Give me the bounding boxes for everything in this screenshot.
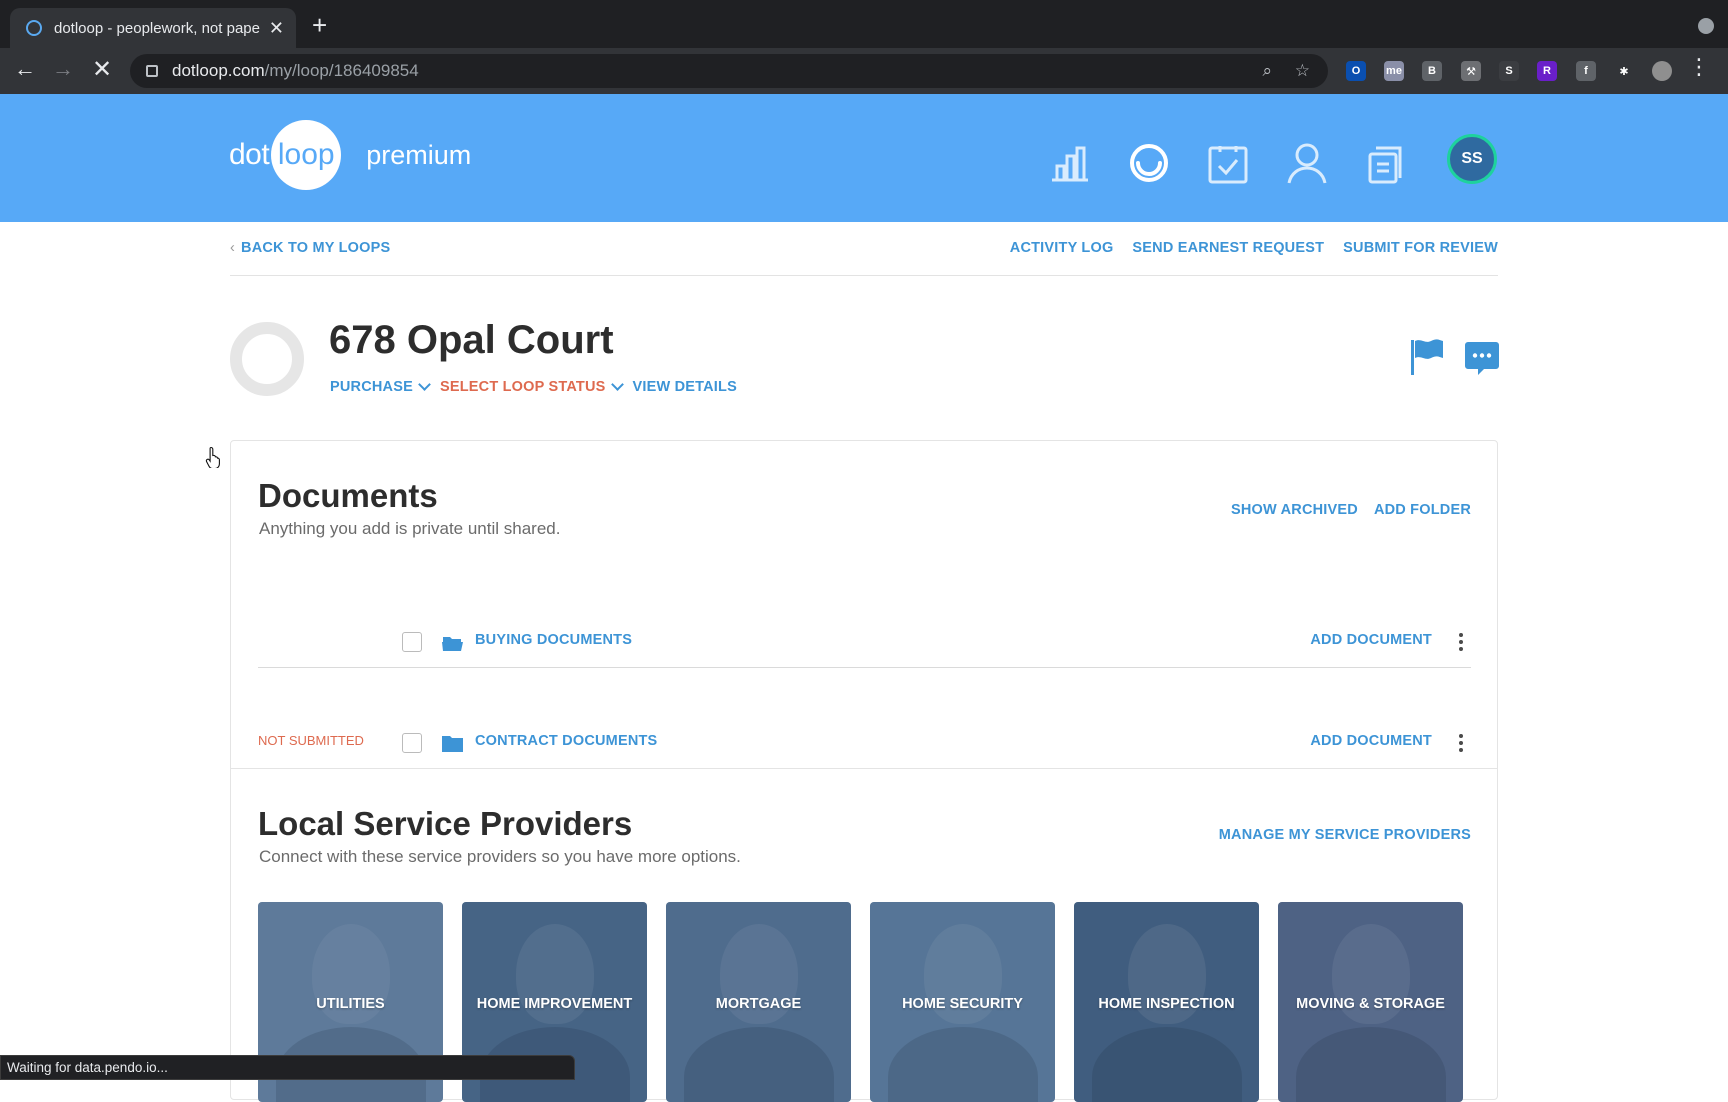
dotloop-favicon-icon xyxy=(26,20,42,36)
templates-documents-icon[interactable] xyxy=(1366,142,1408,184)
browser-status-bubble: Waiting for data.pendo.io... xyxy=(0,1055,575,1080)
new-tab-icon[interactable]: + xyxy=(312,12,327,38)
provider-tile[interactable]: MOVING & STORAGE xyxy=(1278,902,1463,1102)
folder-checkbox[interactable] xyxy=(402,733,422,753)
provider-tile[interactable]: HOME SECURITY xyxy=(870,902,1055,1102)
url-path: /my/loop/186409854 xyxy=(264,61,419,80)
provider-label: HOME IMPROVEMENT xyxy=(476,996,633,1012)
view-details-link[interactable]: VIEW DETAILS xyxy=(633,379,737,395)
browser-tab[interactable]: dotloop - peoplework, not paperwork ✕ xyxy=(10,8,296,48)
folder-submission-status: NOT SUBMITTED xyxy=(258,733,364,748)
folder-row[interactable]: BUYING DOCUMENTS ADD DOCUMENT xyxy=(258,568,1471,668)
provider-label: MOVING & STORAGE xyxy=(1296,996,1445,1012)
tab-title: dotloop - peoplework, not paperwork xyxy=(54,19,261,37)
profile-avatar-icon[interactable] xyxy=(1652,61,1672,81)
provider-tile[interactable]: MORTGAGE xyxy=(666,902,851,1102)
loop-progress-ring xyxy=(230,322,304,396)
chat-bubble-icon[interactable] xyxy=(1464,340,1500,376)
loops-icon[interactable] xyxy=(1128,142,1170,184)
bookmark-star-icon[interactable]: ☆ xyxy=(1295,62,1310,79)
s-extension-icon[interactable]: S xyxy=(1499,61,1519,81)
back-to-my-loops-link[interactable]: ‹ BACK TO MY LOOPS xyxy=(230,240,390,256)
stop-loading-icon[interactable]: ✕ xyxy=(92,58,112,82)
facebook-extension-icon[interactable]: f xyxy=(1576,61,1596,81)
user-avatar[interactable]: SS xyxy=(1447,134,1497,184)
address-bar[interactable]: dotloop.com/my/loop/186409854 ⌕ ☆ xyxy=(130,54,1328,88)
tasks-checkbox-icon[interactable] xyxy=(1207,142,1249,184)
send-earnest-request-link[interactable]: SEND EARNEST REQUEST xyxy=(1132,240,1324,256)
transaction-type-label: PURCHASE xyxy=(330,379,413,395)
loop-subnav: ‹ BACK TO MY LOOPS ACTIVITY LOG SEND EARN… xyxy=(230,222,1498,276)
chevron-down-icon xyxy=(610,378,624,391)
providers-subtitle: Connect with these service providers so … xyxy=(259,847,741,866)
provider-label: HOME INSPECTION xyxy=(1098,996,1235,1012)
documents-actions: SHOW ARCHIVED ADD FOLDER xyxy=(1231,502,1471,518)
folder-row[interactable]: NOT SUBMITTED CONTRACT DOCUMENTS ADD DOC… xyxy=(258,669,1471,769)
b-extension-icon[interactable]: B xyxy=(1422,61,1442,81)
r-extension-icon[interactable]: R xyxy=(1537,61,1557,81)
url-domain: dotloop.com xyxy=(172,61,265,80)
provider-label: UTILITIES xyxy=(316,996,385,1012)
puzzle-extension-icon[interactable]: ✱ xyxy=(1614,61,1634,81)
flag-icon[interactable] xyxy=(1410,338,1444,376)
dotloop-logo[interactable]: dot loop premium xyxy=(229,120,471,190)
close-tab-icon[interactable]: ✕ xyxy=(269,19,284,37)
folder-checkbox[interactable] xyxy=(402,632,422,652)
zoom-icon[interactable]: ⌕ xyxy=(1262,62,1272,79)
manage-service-providers-link[interactable]: MANAGE MY SERVICE PROVIDERS xyxy=(1219,827,1471,843)
providers-title: Local Service Providers xyxy=(258,805,633,842)
transaction-type-dropdown[interactable]: PURCHASE xyxy=(330,378,431,395)
logo-loop-text: loop xyxy=(277,138,335,171)
providers-actions: MANAGE MY SERVICE PROVIDERS xyxy=(1219,827,1471,843)
loop-content-card: Documents Anything you add is private un… xyxy=(230,440,1498,1102)
loop-meta: PURCHASE SELECT LOOP STATUS VIEW DETAILS xyxy=(330,378,737,395)
bar-chart-icon[interactable] xyxy=(1049,142,1091,184)
app-header: dot loop premium SS xyxy=(0,94,1728,222)
folder-more-icon[interactable] xyxy=(1459,633,1463,651)
loop-title: 678 Opal Court xyxy=(329,318,614,362)
show-archived-link[interactable]: SHOW ARCHIVED xyxy=(1231,502,1358,518)
provider-tile[interactable]: HOME INSPECTION xyxy=(1074,902,1259,1102)
add-folder-link[interactable]: ADD FOLDER xyxy=(1374,502,1471,518)
browser-menu-icon[interactable]: ⋮ xyxy=(1688,56,1710,78)
chevron-down-icon xyxy=(418,378,431,391)
me-extension-icon[interactable]: me xyxy=(1384,61,1404,81)
hand-cursor-icon xyxy=(205,446,220,468)
folder-icon xyxy=(442,736,463,752)
provider-label: HOME SECURITY xyxy=(902,996,1023,1012)
logo-circle: loop xyxy=(271,120,342,190)
url-text: dotloop.com/my/loop/186409854 xyxy=(172,61,419,81)
chevron-left-icon: ‹ xyxy=(230,240,236,256)
back-to-my-loops-label: BACK TO MY LOOPS xyxy=(241,240,391,256)
documents-subtitle: Anything you add is private until shared… xyxy=(259,519,561,538)
add-document-link[interactable]: ADD DOCUMENT xyxy=(1310,733,1432,749)
forward-arrow-icon[interactable]: → xyxy=(52,58,74,80)
tool-extension-icon[interactable]: ⚒ xyxy=(1461,61,1481,81)
loop-status-dropdown[interactable]: SELECT LOOP STATUS xyxy=(439,378,624,395)
open-folder-icon xyxy=(442,637,463,651)
browser-tab-bar: dotloop - peoplework, not paperwork ✕ + xyxy=(0,0,1728,48)
folder-name-link[interactable]: CONTRACT DOCUMENTS xyxy=(475,733,657,749)
outlook-extension-icon[interactable]: O xyxy=(1346,61,1366,81)
provider-label: MORTGAGE xyxy=(715,996,802,1012)
documents-title: Documents xyxy=(258,477,438,514)
add-document-link[interactable]: ADD DOCUMENT xyxy=(1310,632,1432,648)
lock-icon[interactable] xyxy=(146,65,158,77)
logo-dot-text: dot xyxy=(229,138,270,171)
contacts-person-icon[interactable] xyxy=(1286,142,1328,184)
loop-actions: ACTIVITY LOG SEND EARNEST REQUEST SUBMIT… xyxy=(1010,240,1498,256)
folder-more-icon[interactable] xyxy=(1459,734,1463,752)
activity-log-link[interactable]: ACTIVITY LOG xyxy=(1010,240,1114,256)
back-arrow-icon[interactable]: ← xyxy=(14,58,36,80)
loop-status-label: SELECT LOOP STATUS xyxy=(439,379,606,395)
logo-premium-text: premium xyxy=(366,139,472,170)
tab-search-icon[interactable] xyxy=(1698,18,1714,34)
folder-name-link[interactable]: BUYING DOCUMENTS xyxy=(475,632,632,648)
submit-for-review-link[interactable]: SUBMIT FOR REVIEW xyxy=(1343,240,1498,256)
section-divider xyxy=(231,768,1497,769)
